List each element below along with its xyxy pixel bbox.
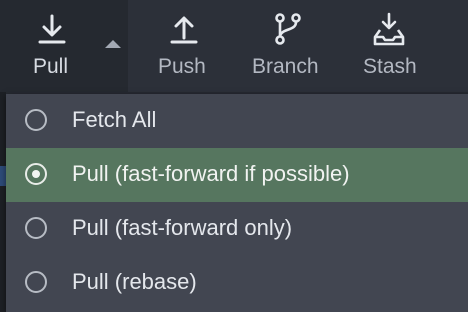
menu-item-label: Fetch All (72, 107, 156, 133)
pull-label: Pull (33, 55, 68, 79)
menu-item-label: Pull (rebase) (72, 269, 197, 295)
menu-item-label: Pull (fast-forward if possible) (72, 161, 350, 187)
radio-unchecked-icon[interactable] (25, 109, 47, 131)
menu-item-pull-ff-if-possible[interactable]: Pull (fast-forward if possible) (6, 148, 468, 202)
radio-unchecked-icon[interactable] (25, 271, 47, 293)
download-arrow-icon (34, 11, 70, 47)
pull-dropdown-menu: Fetch All Pull (fast-forward if possible… (6, 94, 468, 312)
push-label: Push (158, 55, 206, 79)
menu-item-label: Pull (fast-forward only) (72, 215, 292, 241)
menu-item-pull-rebase[interactable]: Pull (rebase) (6, 256, 468, 310)
pull-button[interactable]: Pull (0, 0, 128, 92)
radio-checked-icon[interactable] (25, 163, 47, 185)
git-branch-icon (270, 11, 306, 47)
chevron-up-icon[interactable] (105, 40, 121, 48)
menu-item-pull-ff-only[interactable]: Pull (fast-forward only) (6, 202, 468, 256)
stash-button[interactable]: Stash (358, 0, 428, 92)
stash-label: Stash (363, 55, 417, 79)
branch-button[interactable]: Branch (248, 0, 328, 92)
stash-tray-icon (371, 11, 407, 47)
radio-unchecked-icon[interactable] (25, 217, 47, 239)
push-button[interactable]: Push (146, 0, 222, 92)
branch-label: Branch (252, 55, 319, 79)
toolbar: Pull Push Branch Stash (0, 0, 468, 92)
menu-item-fetch-all[interactable]: Fetch All (6, 94, 468, 148)
upload-arrow-icon (166, 11, 202, 47)
